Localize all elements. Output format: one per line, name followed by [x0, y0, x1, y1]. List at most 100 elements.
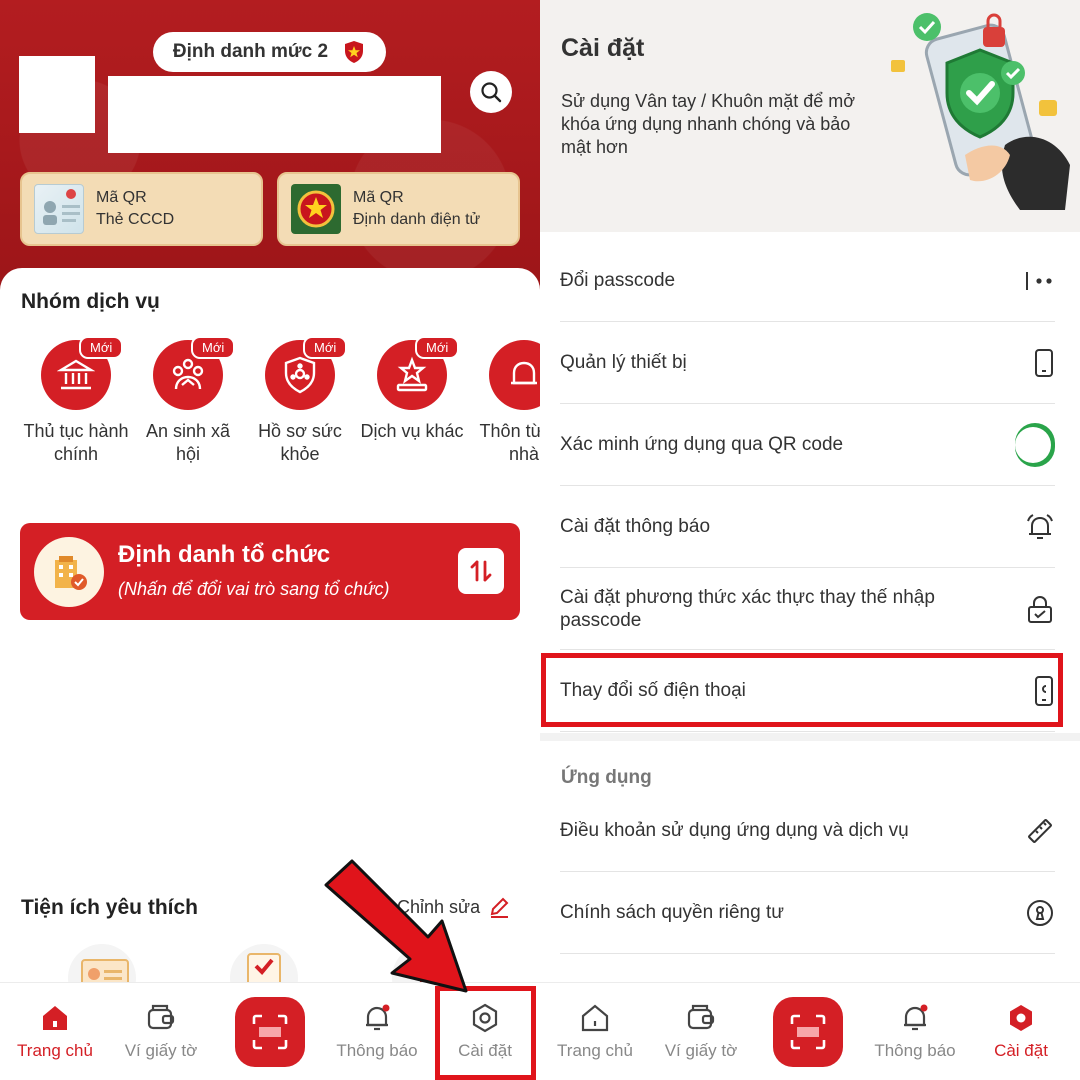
nav-notifications[interactable]: Thông báo: [860, 1001, 970, 1061]
notification-bell-icon: [904, 1004, 928, 1031]
security-phone-illustration: [891, 13, 1070, 210]
qr-card-cccd-line2: Thẻ CCCD: [96, 211, 175, 228]
nav-wallet[interactable]: Ví giấy tờ: [106, 1001, 216, 1061]
highlight-box-settings-tab: [435, 986, 536, 1080]
services-title: Nhóm dịch vụ: [21, 290, 160, 313]
police-emblem-icon: [291, 184, 341, 234]
org-identity-card[interactable]: Định danh tổ chức (Nhấn để đổi vai trò s…: [20, 523, 520, 620]
favorites-title: Tiện ích yêu thích: [21, 896, 198, 919]
avatar-redacted: [19, 56, 95, 133]
scan-icon: [790, 1014, 826, 1050]
star-podium-icon: [396, 356, 428, 392]
page-title: Cài đặt: [561, 34, 645, 62]
scan-qr-button[interactable]: [235, 997, 305, 1067]
setting-label: Cài đặt phương thức xác thực thay thế nh…: [560, 586, 935, 631]
notification-bell-icon: [366, 1004, 390, 1031]
settings-hexagon-icon: [1010, 1005, 1032, 1031]
qr-card-digital-id-line1: Mã QR: [353, 189, 404, 206]
service-label: Dịch vụ khác: [360, 421, 464, 441]
service-health-record[interactable]: Mới Hồ sơ sức khỏe: [244, 328, 356, 466]
nav-home[interactable]: Trang chủ: [540, 1001, 650, 1061]
service-group: Mới Thủ tục hành chính Mới An sinh xã hộ…: [20, 328, 540, 508]
pointer-arrow-icon: [324, 859, 468, 993]
nav-notifications[interactable]: Thông báo: [322, 1001, 432, 1061]
nav-home[interactable]: Trang chủ: [0, 1001, 110, 1061]
bottom-nav: Trang chủ Ví giấy tờ Thông báo Cài đặt: [540, 982, 1080, 1080]
qr-card-cccd-line1: Mã QR: [96, 189, 147, 206]
alarm-bell-icon: [1027, 513, 1053, 539]
bank-icon: [57, 359, 95, 390]
setting-qr-verification[interactable]: Xác minh ứng dụng qua QR code: [560, 404, 1055, 486]
user-name-redacted: [108, 76, 441, 153]
setting-label: Đổi passcode: [560, 270, 676, 291]
service-label: Hồ sơ sức khỏe: [258, 421, 342, 464]
home-header: Định danh mức 2 Mã QR Thẻ CCCD Mã QR Địn…: [0, 0, 540, 300]
setting-notifications[interactable]: Cài đặt thông báo: [560, 486, 1055, 568]
setting-terms[interactable]: Điều khoản sử dụng ứng dụng và dịch vụ: [560, 790, 1055, 872]
qr-card-cccd[interactable]: Mã QR Thẻ CCCD: [20, 172, 263, 246]
keyhole-icon: [1027, 899, 1053, 926]
building-icon: [34, 537, 104, 607]
setting-manage-devices[interactable]: Quản lý thiết bị: [560, 322, 1055, 404]
setting-label: Chính sách quyền riêng tư: [560, 902, 784, 923]
nav-notifications-label: Thông báo: [874, 1041, 956, 1060]
swap-vertical-icon: [470, 560, 492, 582]
nav-settings-label: Cài đặt: [994, 1041, 1048, 1060]
home-screen: Định danh mức 2 Mã QR Thẻ CCCD Mã QR Địn…: [0, 0, 540, 1080]
identity-level-badge[interactable]: Định danh mức 2: [153, 32, 386, 72]
setting-label: Xác minh ứng dụng qua QR code: [560, 434, 844, 455]
wallet-icon: [687, 1004, 715, 1030]
search-button[interactable]: [470, 71, 512, 113]
ruler-icon: [1028, 818, 1052, 843]
nav-settings[interactable]: Cài đặt: [966, 1001, 1076, 1061]
home-icon: [581, 1004, 609, 1032]
biometric-description: Sử dụng Vân tay / Khuôn mặt để mở khóa ứ…: [561, 91, 856, 157]
qr-card-digital-id[interactable]: Mã QR Định danh điện tử: [277, 172, 520, 246]
home-icon: [43, 1006, 67, 1030]
identity-level-label: Định danh mức 2: [172, 41, 329, 62]
section-title-app: Ứng dụng: [561, 767, 652, 788]
nav-wallet-label: Ví giấy tờ: [664, 1041, 738, 1060]
scan-qr-button[interactable]: [773, 997, 843, 1067]
switch-role-button[interactable]: [458, 548, 504, 594]
service-social-security[interactable]: Mới An sinh xã hội: [132, 328, 244, 466]
new-tag: Mới: [303, 336, 348, 359]
new-tag: Mới: [79, 336, 124, 359]
org-card-subtitle: (Nhấn để đổi vai trò sang tổ chức): [118, 579, 390, 599]
wallet-icon: [147, 1004, 175, 1030]
phone-icon: [1035, 348, 1053, 377]
setting-privacy[interactable]: Chính sách quyền riêng tư: [560, 872, 1055, 954]
id-card-thumbnail: [34, 184, 84, 234]
new-tag: Mới: [191, 336, 236, 359]
bell-icon: [511, 361, 537, 385]
setting-change-passcode[interactable]: Đổi passcode: [560, 240, 1055, 322]
setting-alt-auth[interactable]: Cài đặt phương thức xác thực thay thế nh…: [560, 568, 1055, 650]
service-administrative[interactable]: Mới Thủ tục hành chính: [20, 328, 132, 466]
police-emblem-icon: [345, 41, 364, 63]
nav-notifications-label: Thông báo: [336, 1041, 418, 1060]
service-label: An sinh xã hội: [145, 421, 231, 464]
setting-label: Cài đặt thông báo: [560, 516, 711, 537]
passcode-dots-icon: [1026, 271, 1052, 290]
nav-wallet[interactable]: Ví giấy tờ: [646, 1001, 756, 1061]
setting-label: Quản lý thiết bị: [560, 352, 687, 373]
service-label: Thôn từ cơ nhà: [479, 421, 540, 464]
service-other[interactable]: Mới Dịch vụ khác: [356, 328, 468, 443]
new-tag: Mới: [415, 336, 460, 359]
pencil-icon: [490, 897, 509, 918]
org-card-title: Định danh tổ chức: [118, 541, 331, 568]
lock-check-icon: [1028, 595, 1052, 623]
service-truncated[interactable]: Thôn từ cơ nhà: [468, 328, 540, 466]
scan-icon: [252, 1014, 288, 1050]
settings-screen: Cài đặt Sử dụng Vân tay / Khuôn mặt để m…: [540, 0, 1080, 1080]
nav-home-label: Trang chủ: [557, 1041, 633, 1060]
search-icon: [481, 82, 502, 103]
service-label: Thủ tục hành chính: [23, 421, 129, 464]
nav-home-label: Trang chủ: [17, 1041, 93, 1060]
qr-verification-toggle[interactable]: [1015, 422, 1055, 467]
health-shield-icon: [284, 356, 316, 394]
section-divider: [540, 733, 1080, 741]
setting-label: Điều khoản sử dụng ứng dụng và dịch vụ: [560, 820, 909, 841]
qr-card-digital-id-line2: Định danh điện tử: [353, 211, 481, 228]
highlight-box-change-phone: [541, 653, 1063, 727]
